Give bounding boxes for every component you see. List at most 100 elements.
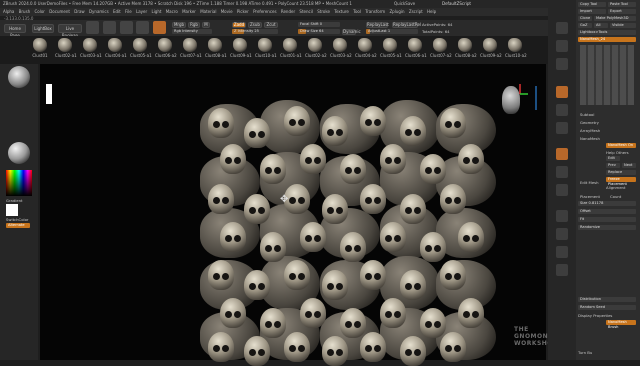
menu-texture[interactable]: Texture bbox=[334, 9, 349, 14]
rotate-icon[interactable] bbox=[153, 21, 166, 34]
brush-clust02-a2[interactable]: Clust02-a2 bbox=[305, 38, 327, 58]
dynamic-button[interactable]: Dynamic bbox=[342, 29, 361, 35]
lightbox-tools-button[interactable]: Lightbox>Tools bbox=[578, 30, 636, 35]
edit-icon[interactable] bbox=[86, 21, 99, 34]
menu-help[interactable]: Help bbox=[427, 9, 436, 14]
xpose-icon[interactable] bbox=[556, 264, 568, 276]
menu-zscript[interactable]: Zscript bbox=[409, 9, 423, 14]
menu-edit[interactable]: Edit bbox=[113, 9, 121, 14]
brush-clust05-a1[interactable]: Clust05-a1 bbox=[130, 38, 152, 58]
brush-clust01-a1[interactable]: Clust01-a1 bbox=[280, 38, 302, 58]
turn-bu-label[interactable]: Turn Bu bbox=[578, 350, 592, 355]
menu-preferences[interactable]: Preferences bbox=[253, 9, 277, 14]
brush-clust08-a2[interactable]: Clust08-a2 bbox=[455, 38, 477, 58]
freeze-placement-toggle[interactable]: Freeze Placement bbox=[606, 177, 636, 186]
visible-button[interactable]: Visible bbox=[610, 23, 636, 28]
draw-size-slider[interactable]: Draw Size 64 bbox=[298, 29, 340, 34]
edit-button[interactable]: Edit bbox=[606, 156, 620, 161]
zadd-button[interactable]: Zadd bbox=[232, 22, 246, 28]
floor-icon[interactable] bbox=[556, 104, 568, 116]
brush-clust10-a2[interactable]: Clust10-a2 bbox=[505, 38, 527, 58]
rgb-button[interactable]: Rgb bbox=[188, 22, 200, 28]
menu-dynamics[interactable]: Dynamics bbox=[89, 9, 109, 14]
live-boolean-button[interactable]: Live Boolean bbox=[58, 24, 82, 38]
adjust-last-slider[interactable]: AdjustLast 1 bbox=[366, 29, 418, 34]
size-slider[interactable]: Size 0.81178 bbox=[578, 201, 636, 206]
brush-clust06-a2[interactable]: Clust06-a2 bbox=[155, 38, 177, 58]
menu-alpha[interactable]: Alpha bbox=[3, 9, 14, 14]
brush-clust03-a1[interactable]: Clust03-a1 bbox=[80, 38, 102, 58]
nanomesh-brush-button[interactable]: NanoMesh Brush bbox=[606, 320, 636, 329]
menu-tool[interactable]: Tool bbox=[353, 9, 361, 14]
menu-light[interactable]: Light bbox=[151, 9, 161, 14]
nanomesh-header[interactable]: NanoMesh bbox=[580, 136, 600, 141]
brush-clust09-a2[interactable]: Clust09-a2 bbox=[480, 38, 502, 58]
menu-movie[interactable]: Movie bbox=[221, 9, 233, 14]
offset-slider[interactable]: Offset bbox=[578, 209, 636, 214]
canvas-viewport[interactable]: ✥ THE GNOMON WORKSHOP bbox=[40, 64, 557, 366]
brush-clust07-a1[interactable]: Clust07-a1 bbox=[180, 38, 202, 58]
brush-clust04-a2[interactable]: Clust04-a2 bbox=[355, 38, 377, 58]
zcut-button[interactable]: Zcut bbox=[264, 22, 278, 28]
draw-icon[interactable] bbox=[103, 21, 116, 34]
move-icon[interactable] bbox=[120, 21, 133, 34]
placement-label[interactable]: Placement bbox=[580, 194, 600, 199]
copy-tool-button[interactable]: Copy Tool bbox=[578, 2, 606, 7]
alignment-label[interactable]: Alignment bbox=[606, 185, 625, 190]
tool-thumbnails-grid[interactable] bbox=[580, 45, 634, 105]
quicksave-button[interactable]: QuickSave bbox=[394, 0, 415, 8]
brush-clust10-a1[interactable]: Clust10-a1 bbox=[255, 38, 277, 58]
focal-shift-slider[interactable]: Focal Shift 0 bbox=[298, 22, 340, 27]
distribution-slider[interactable]: Distribution bbox=[578, 297, 636, 302]
brush-clust07-a2[interactable]: Clust07-a2 bbox=[430, 38, 452, 58]
main-color-swatch[interactable] bbox=[6, 204, 18, 216]
brush-clust09-a1[interactable]: Clust09-a1 bbox=[230, 38, 252, 58]
clone-button[interactable]: Clone bbox=[578, 16, 592, 21]
zoom-view-icon[interactable] bbox=[556, 166, 568, 178]
brush-clust08-a1[interactable]: Clust08-a1 bbox=[205, 38, 227, 58]
axis-gizmo-icon[interactable] bbox=[516, 80, 542, 116]
prev-button[interactable]: Prev bbox=[606, 163, 620, 168]
brush-clust02-a1[interactable]: Clust02-a1 bbox=[55, 38, 77, 58]
next-button[interactable]: Next bbox=[622, 163, 636, 168]
fit-slider[interactable]: Fit bbox=[578, 217, 636, 222]
menu-render[interactable]: Render bbox=[281, 9, 295, 14]
gradient-label[interactable]: Gradient bbox=[6, 198, 23, 203]
m-button[interactable]: M bbox=[202, 22, 210, 28]
brush-preview-icon[interactable] bbox=[8, 66, 30, 88]
goz-button[interactable]: GoZ bbox=[578, 23, 592, 28]
rotate-view-icon[interactable] bbox=[556, 184, 568, 196]
all-button[interactable]: All bbox=[594, 23, 608, 28]
replay-last-rel-button[interactable]: ReplayLastRel bbox=[392, 22, 421, 28]
menu-zplugin[interactable]: Zplugin bbox=[389, 9, 404, 14]
randomize-button[interactable]: Randomize bbox=[578, 225, 636, 230]
mrgb-button[interactable]: Mrgb bbox=[172, 22, 186, 28]
menu-brush[interactable]: Brush bbox=[19, 9, 31, 14]
ghost-icon[interactable] bbox=[556, 228, 568, 240]
menu-stroke[interactable]: Stroke bbox=[317, 9, 330, 14]
perspective-icon[interactable] bbox=[556, 86, 568, 98]
zsub-button[interactable]: Zsub bbox=[248, 22, 262, 28]
menu-picker[interactable]: Picker bbox=[237, 9, 249, 14]
menu-marker[interactable]: Marker bbox=[182, 9, 196, 14]
lightbox-button[interactable]: LightBox bbox=[32, 24, 54, 33]
replace-button[interactable]: Replace bbox=[606, 170, 636, 175]
brush-clust04-a1[interactable]: Clust04-a1 bbox=[105, 38, 127, 58]
home-page-button[interactable]: Home Page bbox=[4, 24, 26, 38]
scale-icon[interactable] bbox=[136, 21, 149, 34]
menu-file[interactable]: File bbox=[125, 9, 132, 14]
help-others-label[interactable]: Help Others bbox=[606, 150, 629, 155]
replay-last-button[interactable]: ReplayLast bbox=[366, 22, 389, 28]
menu-stencil[interactable]: Stencil bbox=[299, 9, 313, 14]
subtool-header[interactable]: Subtool bbox=[580, 112, 594, 117]
current-tool-label[interactable]: NanoMesh_24 bbox=[578, 37, 636, 42]
import-button[interactable]: Import bbox=[578, 9, 606, 14]
edit-mesh-label[interactable]: Edit Mesh bbox=[580, 180, 599, 185]
menu-color[interactable]: Color bbox=[34, 9, 44, 14]
make-polymesh-button[interactable]: Make PolyMesh3D bbox=[594, 16, 636, 21]
nanomesh-on-toggle[interactable]: NanoMesh On bbox=[606, 143, 636, 148]
move-view-icon[interactable] bbox=[556, 148, 568, 160]
default-script-button[interactable]: DefaultZScript bbox=[442, 0, 471, 8]
material-sphere-icon[interactable] bbox=[8, 142, 30, 164]
random-seed-slider[interactable]: Random Seed bbox=[578, 305, 636, 310]
